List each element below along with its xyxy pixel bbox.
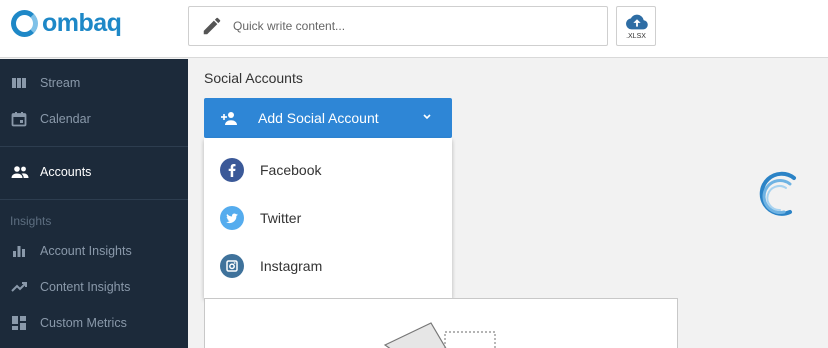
sidebar-item-label: Content Insights — [40, 280, 131, 294]
bar-chart-icon — [13, 246, 25, 257]
sidebar: Stream Calendar Accounts Insights Accoun… — [0, 59, 188, 348]
dropdown-item-instagram[interactable]: Instagram — [204, 242, 452, 290]
sidebar-item-calendar[interactable]: Calendar — [0, 102, 188, 136]
people-icon — [11, 166, 29, 178]
ombaq-logo[interactable]: ombaq — [11, 8, 122, 37]
quick-write-input[interactable]: Quick write content... — [188, 6, 608, 46]
add-person-icon — [221, 112, 237, 125]
chevron-down-icon — [423, 114, 431, 120]
export-xlsx-button[interactable]: .XLSX — [616, 6, 656, 46]
sidebar-item-label: Calendar — [40, 112, 91, 126]
instagram-icon — [220, 254, 244, 278]
sidebar-item-label: Stream — [40, 76, 81, 90]
quick-write-placeholder: Quick write content... — [233, 19, 346, 33]
insights-heading: Insights — [10, 214, 52, 228]
logo-text: ombaq — [42, 8, 122, 37]
sidebar-item-label: Account Insights — [40, 244, 132, 258]
logo-mark-icon — [11, 9, 38, 37]
add-social-account-label: Add Social Account — [258, 110, 379, 126]
dropdown-item-facebook[interactable]: Facebook — [204, 146, 452, 194]
top-bar: ombaq Quick write content... .XLSX — [0, 0, 828, 58]
cloud-upload-icon — [626, 14, 648, 30]
sidebar-divider — [0, 146, 188, 147]
sidebar-item-label: Custom Metrics — [40, 316, 127, 330]
sidebar-item-stream[interactable]: Stream — [0, 66, 188, 100]
add-social-account-button[interactable]: Add Social Account — [204, 98, 452, 138]
sidebar-item-content-insights[interactable]: Content Insights — [0, 270, 188, 304]
content-preview-panel — [204, 298, 678, 348]
export-xlsx-label: .XLSX — [626, 33, 646, 40]
calendar-icon — [11, 112, 27, 127]
dropdown-item-twitter[interactable]: Twitter — [204, 194, 452, 242]
empty-state-illustration — [383, 322, 496, 348]
dropdown-item-label: Instagram — [260, 258, 323, 274]
page-title: Social Accounts — [204, 70, 303, 86]
loading-spinner-icon — [759, 171, 796, 216]
trending-up-icon — [11, 282, 27, 292]
sidebar-item-label: Accounts — [40, 165, 92, 179]
stream-columns-icon — [12, 78, 26, 88]
dropdown-item-label: Twitter — [260, 210, 302, 226]
twitter-icon — [220, 206, 244, 230]
social-account-dropdown: Facebook Twitter Instagram — [204, 138, 452, 298]
dashboard-icon — [12, 316, 26, 330]
dropdown-item-label: Facebook — [260, 162, 322, 178]
sidebar-divider — [0, 199, 188, 200]
sidebar-item-custom-metrics[interactable]: Custom Metrics — [0, 306, 188, 340]
facebook-icon — [220, 158, 244, 182]
pencil-icon — [203, 17, 221, 35]
sidebar-item-account-insights[interactable]: Account Insights — [0, 234, 188, 268]
sidebar-item-accounts[interactable]: Accounts — [0, 155, 188, 189]
